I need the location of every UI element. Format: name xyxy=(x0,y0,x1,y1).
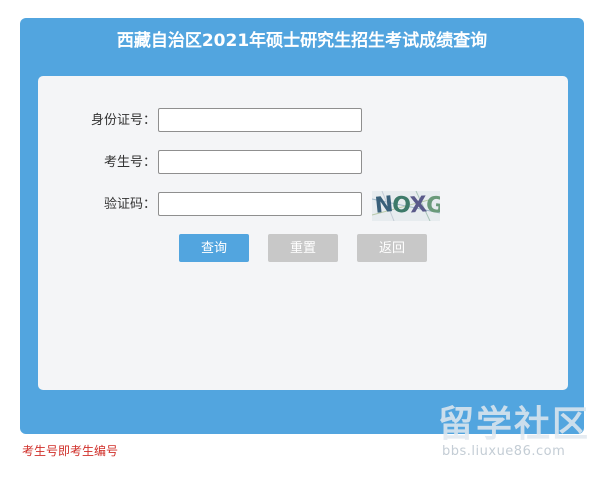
exam-number-label: 考生号： xyxy=(103,155,156,170)
page-title: 西藏自治区2021年硕士研究生招生考试成绩查询 xyxy=(116,31,488,51)
captcha-label: 验证码： xyxy=(103,197,156,212)
captcha-char: G xyxy=(424,192,440,219)
id-number-row: 身份证号： xyxy=(38,108,568,134)
back-button[interactable]: 返回 xyxy=(357,234,427,262)
exam-number-input[interactable] xyxy=(158,150,362,174)
footer-note: 考生号即考生编号 xyxy=(22,444,119,458)
query-form: 身份证号： 考生号： 验证码： NOXG 查询 重置 返回 xyxy=(38,76,568,390)
captcha-text: NOXG xyxy=(374,192,440,220)
watermark-text: 留学社区 xyxy=(438,404,591,445)
watermark-url: bbs.liuxue86.com xyxy=(442,444,566,459)
query-panel: 西藏自治区2021年硕士研究生招生考试成绩查询 身份证号： 考生号： 验证码： … xyxy=(20,18,584,434)
exam-number-row: 考生号： xyxy=(38,150,568,176)
captcha-row: 验证码： NOXG xyxy=(38,191,568,221)
id-number-label: 身份证号： xyxy=(90,113,156,128)
id-number-input[interactable] xyxy=(158,108,362,132)
query-button[interactable]: 查询 xyxy=(179,234,249,262)
watermark-logo: 留学社区 bbs.liuxue86.com xyxy=(438,404,596,468)
captcha-image[interactable]: NOXG xyxy=(372,191,440,221)
captcha-input[interactable] xyxy=(158,192,362,216)
reset-button[interactable]: 重置 xyxy=(268,234,338,262)
